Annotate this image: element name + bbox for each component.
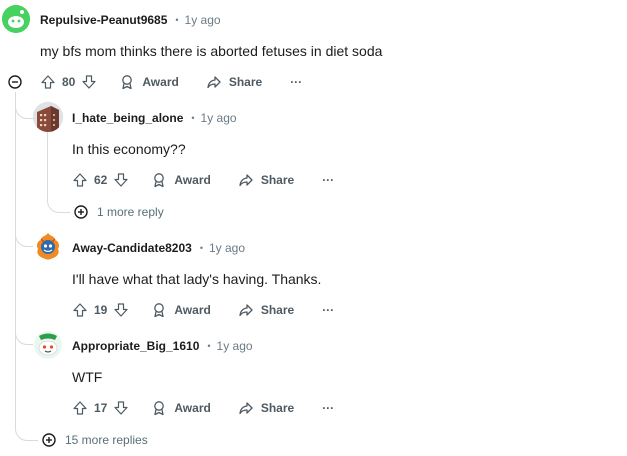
avatar[interactable] — [33, 231, 63, 261]
upvote-arrow-icon — [73, 303, 87, 317]
more-options-button[interactable]: ··· — [290, 75, 302, 89]
timestamp[interactable]: 1y ago — [209, 241, 245, 255]
thread-connector-more — [15, 420, 38, 441]
avatar[interactable] — [33, 330, 63, 360]
more-options-button[interactable]: ··· — [322, 173, 334, 187]
award-icon — [122, 75, 133, 90]
share-button[interactable]: Share — [238, 400, 294, 416]
thread-connector-reply-1-more — [47, 196, 70, 213]
separator-dot: • — [207, 341, 211, 351]
comment-text: WTF — [72, 369, 103, 385]
upvote-arrow-icon — [73, 173, 87, 187]
separator-dot: • — [199, 243, 203, 253]
upvote-arrow-icon — [41, 75, 55, 89]
award-button[interactable]: Award — [151, 400, 211, 416]
award-label: Award — [142, 75, 179, 89]
upvote-button[interactable] — [72, 400, 88, 416]
award-button[interactable]: Award — [151, 172, 211, 188]
building-avatar-icon — [33, 102, 63, 132]
comment-text: my bfs mom thinks there is aborted fetus… — [40, 43, 383, 59]
upvote-button[interactable] — [40, 74, 56, 90]
comment-meta: Away-Candidate8203 • 1y ago — [72, 239, 245, 257]
share-button[interactable]: Share — [206, 74, 262, 90]
thread-connector-2 — [15, 228, 34, 247]
award-icon — [154, 401, 165, 416]
thread-connector-1 — [15, 100, 34, 119]
more-options-button[interactable]: ··· — [322, 401, 334, 415]
more-replies-label: 1 more reply — [97, 205, 164, 219]
author-name[interactable]: I_hate_being_alone — [72, 111, 183, 125]
vote-count: 80 — [62, 75, 76, 89]
comment-meta: I_hate_being_alone • 1y ago — [72, 109, 237, 127]
fire-mascot-avatar-icon — [37, 233, 59, 260]
comment-text: In this economy?? — [72, 141, 186, 157]
thread-connector-3 — [15, 326, 34, 345]
share-icon — [239, 174, 253, 187]
share-label: Share — [260, 173, 295, 187]
award-icon — [154, 173, 165, 188]
timestamp[interactable]: 1y ago — [217, 339, 253, 353]
avatar[interactable] — [2, 5, 30, 33]
share-label: Share — [260, 401, 295, 415]
vote-count: 17 — [94, 401, 108, 415]
author-name[interactable]: Away-Candidate8203 — [72, 241, 192, 255]
expand-plus-icon — [74, 205, 88, 219]
comment-actions: 62 Award Share ··· — [72, 170, 334, 190]
upvote-arrow-icon — [73, 401, 87, 415]
comment-actions: 80 Award Share ··· — [40, 72, 302, 92]
share-label: Share — [260, 303, 295, 317]
comment-meta: Repulsive-Peanut9685 • 1y ago — [40, 11, 221, 29]
downvote-arrow-icon — [114, 173, 128, 187]
downvote-arrow-icon — [82, 75, 96, 89]
snoo-avatar-icon — [34, 331, 62, 359]
share-label: Share — [228, 75, 263, 89]
award-button[interactable]: Award — [119, 74, 179, 90]
award-label: Award — [174, 303, 211, 317]
comment-actions: 17 Award Share ··· — [72, 398, 334, 418]
more-options-icon: ··· — [322, 401, 335, 415]
snoo-avatar-icon — [2, 5, 30, 33]
downvote-arrow-icon — [114, 303, 128, 317]
vote-count: 62 — [94, 173, 108, 187]
avatar[interactable] — [33, 102, 63, 132]
downvote-button[interactable] — [113, 172, 129, 188]
author-name[interactable]: Repulsive-Peanut9685 — [40, 13, 167, 27]
author-name[interactable]: Appropriate_Big_1610 — [72, 339, 199, 353]
more-options-icon: ··· — [290, 75, 303, 89]
share-icon — [239, 402, 253, 415]
downvote-arrow-icon — [114, 401, 128, 415]
award-label: Award — [174, 401, 211, 415]
collapse-thread-icon[interactable] — [8, 75, 22, 89]
upvote-button[interactable] — [72, 302, 88, 318]
award-button[interactable]: Award — [151, 302, 211, 318]
timestamp[interactable]: 1y ago — [201, 111, 237, 125]
more-replies-link[interactable]: 15 more replies — [42, 433, 148, 447]
share-button[interactable]: Share — [238, 172, 294, 188]
more-options-icon: ··· — [322, 303, 335, 317]
more-options-icon: ··· — [322, 173, 335, 187]
more-options-button[interactable]: ··· — [322, 303, 334, 317]
separator-dot: • — [175, 15, 179, 25]
award-icon — [154, 303, 165, 318]
vote-count: 19 — [94, 303, 108, 317]
downvote-button[interactable] — [81, 74, 97, 90]
more-replies-label: 15 more replies — [65, 433, 148, 447]
comment-meta: Appropriate_Big_1610 • 1y ago — [72, 337, 253, 355]
comment-text: I'll have what that lady's having. Thank… — [72, 271, 322, 287]
thread-line-root — [15, 92, 16, 424]
separator-dot: • — [191, 113, 195, 123]
share-button[interactable]: Share — [238, 302, 294, 318]
share-icon — [207, 76, 221, 89]
more-replies-link[interactable]: 1 more reply — [74, 205, 164, 219]
thread-line-reply-1 — [47, 132, 48, 200]
share-icon — [239, 304, 253, 317]
expand-plus-icon — [42, 433, 56, 447]
comment-actions: 19 Award Share ··· — [72, 300, 334, 320]
downvote-button[interactable] — [113, 302, 129, 318]
downvote-button[interactable] — [113, 400, 129, 416]
upvote-button[interactable] — [72, 172, 88, 188]
award-label: Award — [174, 173, 211, 187]
timestamp[interactable]: 1y ago — [185, 13, 221, 27]
